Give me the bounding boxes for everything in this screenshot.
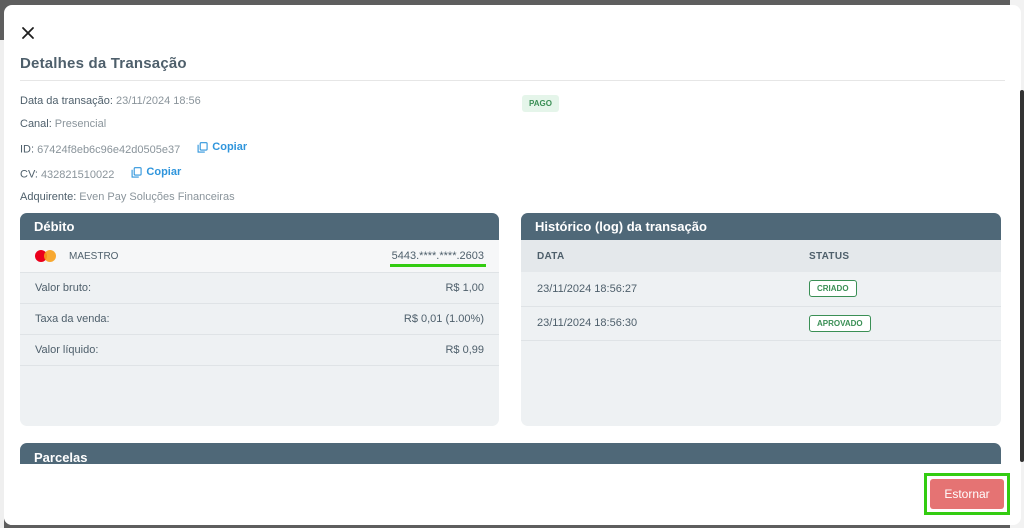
gross-value-row: Valor bruto: R$ 1,00: [20, 273, 499, 304]
title-divider: [20, 80, 1005, 81]
history-col-date: DATA: [521, 240, 809, 272]
table-row: 23/11/2024 18:56:27 CRIADO: [521, 272, 1001, 307]
cv-row: CV: 432821510022 Copiar: [20, 166, 181, 181]
table-row: 23/11/2024 18:56:30 APROVADO: [521, 306, 1001, 341]
estornar-button-highlight: Estornar: [924, 473, 1010, 515]
gross-value-label: Valor bruto:: [35, 282, 92, 294]
close-icon[interactable]: [18, 23, 38, 43]
card-brand: MAESTRO: [35, 250, 118, 262]
channel-row: Canal: Presencial: [20, 118, 106, 130]
card-brand-row: MAESTRO 5443.****.****.2603: [20, 240, 499, 273]
history-date: 23/11/2024 18:56:30: [521, 306, 809, 341]
acquirer-label: Adquirente:: [20, 191, 77, 203]
estornar-button[interactable]: Estornar: [930, 479, 1004, 509]
channel-label: Canal:: [20, 118, 52, 130]
card-brand-name: MAESTRO: [69, 250, 119, 262]
copy-icon: [131, 166, 143, 178]
cv-label: CV:: [20, 168, 38, 181]
history-date: 23/11/2024 18:56:27: [521, 272, 809, 307]
channel-value: Presencial: [54, 118, 107, 130]
id-row: ID: 67424f8eb6c96e42d0505e37 Copiar: [20, 141, 247, 156]
debit-card: Débito MAESTRO 5443.****.****.2603 Valor…: [20, 213, 499, 426]
cv-value: 432821510022: [40, 168, 115, 181]
transaction-date-label: Data da transação:: [20, 95, 113, 107]
status-badge: PAGO: [522, 95, 559, 112]
transaction-date-value: 23/11/2024 18:56: [115, 95, 201, 107]
history-status-cell: CRIADO: [809, 272, 1001, 307]
status-badge: CRIADO: [809, 280, 857, 298]
sale-fee-label: Taxa da venda:: [35, 313, 110, 325]
sale-fee-row: Taxa da venda: R$ 0,01 (1.00%): [20, 304, 499, 335]
gross-value: R$ 1,00: [445, 282, 484, 294]
net-value-label: Valor líquido:: [35, 344, 99, 356]
history-header-row: DATA STATUS: [521, 240, 1001, 272]
modal-footer: [4, 464, 1021, 525]
id-label: ID:: [20, 143, 35, 156]
debit-card-title: Débito: [20, 213, 499, 240]
copy-id-label: Copiar: [212, 141, 248, 153]
close-button[interactable]: [18, 23, 38, 43]
id-value: 67424f8eb6c96e42d0505e37: [37, 143, 181, 156]
copy-cv-label: Copiar: [146, 166, 182, 178]
history-card: Histórico (log) da transação DATA STATUS…: [521, 213, 1001, 426]
acquirer-value: Even Pay Soluções Financeiras: [79, 191, 235, 203]
history-col-status: STATUS: [809, 240, 1001, 272]
copy-cv-button[interactable]: Copiar: [131, 166, 181, 178]
net-value-row: Valor líquido: R$ 0,99: [20, 335, 499, 366]
history-status-cell: APROVADO: [809, 306, 1001, 341]
card-number: 5443.****.****.2603: [389, 250, 487, 267]
history-table: DATA STATUS 23/11/2024 18:56:27 CRIADO 2…: [521, 240, 1001, 341]
transaction-details-modal: Detalhes da Transação Data da transação:…: [4, 5, 1021, 525]
net-value: R$ 0,99: [445, 344, 484, 356]
status-badge: APROVADO: [809, 314, 871, 332]
modal-title: Detalhes da Transação: [20, 55, 187, 72]
mastercard-logo-icon: [35, 250, 57, 262]
sale-fee-value: R$ 0,01 (1.00%): [403, 313, 484, 325]
copy-id-button[interactable]: Copiar: [197, 141, 247, 153]
history-card-title: Histórico (log) da transação: [521, 213, 1001, 240]
copy-icon: [197, 141, 208, 153]
acquirer-row: Adquirente: Even Pay Soluções Financeiras: [20, 191, 235, 203]
scrollbar[interactable]: [1020, 90, 1024, 462]
transaction-date-row: Data da transação: 23/11/2024 18:56: [20, 95, 201, 107]
